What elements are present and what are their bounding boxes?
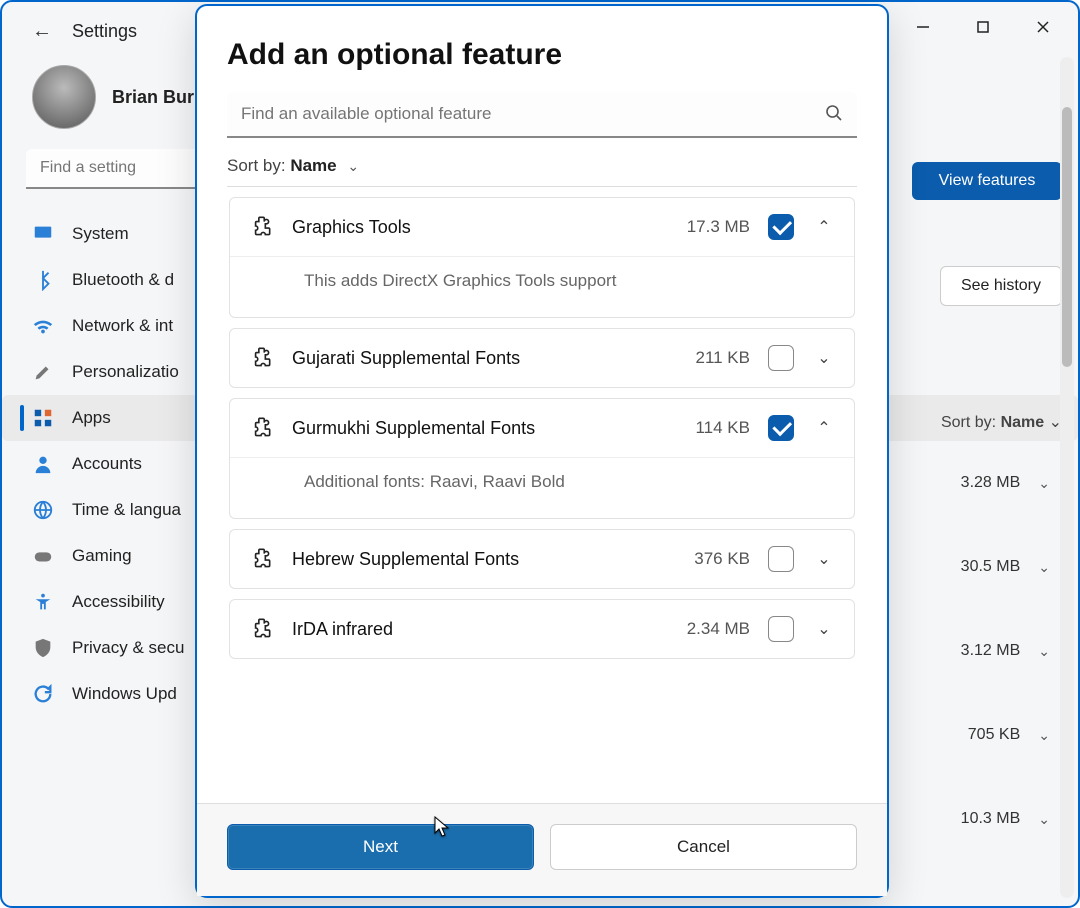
- sidebar-item-label: Gaming: [72, 546, 132, 566]
- feature-row[interactable]: Gujarati Supplemental Fonts 211 KB ⌄: [230, 329, 854, 387]
- puzzle-icon: [248, 415, 274, 441]
- back-icon[interactable]: ←: [32, 20, 52, 43]
- refresh-icon: [32, 683, 54, 705]
- add-feature-dialog: Add an optional feature Sort by: Name ⌄ …: [195, 4, 889, 898]
- sidebar-item-label: Windows Upd: [72, 684, 177, 704]
- person-icon: [32, 453, 54, 475]
- close-button[interactable]: [1018, 7, 1068, 47]
- feature-description: Additional fonts: Raavi, Raavi Bold: [230, 457, 854, 518]
- feature-item: IrDA infrared 2.34 MB ⌄: [229, 599, 855, 659]
- feature-item: Gurmukhi Supplemental Fonts 114 KB ⌃ Additi…: [229, 398, 855, 519]
- feature-checkbox[interactable]: [768, 616, 794, 642]
- feature-checkbox[interactable]: [768, 345, 794, 371]
- view-features-button[interactable]: View features: [912, 162, 1062, 200]
- wifi-icon: [32, 315, 54, 337]
- installed-feature-row[interactable]: 10.3 MB ⌄: [882, 796, 1062, 842]
- sidebar-item-label: Accounts: [72, 454, 142, 474]
- gamepad-icon: [32, 545, 54, 567]
- feature-checkbox[interactable]: [768, 546, 794, 572]
- sidebar-item-label: Bluetooth & d: [72, 270, 174, 290]
- size-label: 3.28 MB: [961, 474, 1021, 492]
- sidebar-item-label: Apps: [72, 408, 111, 428]
- feature-item: Gujarati Supplemental Fonts 211 KB ⌄: [229, 328, 855, 388]
- next-button[interactable]: Next: [227, 824, 534, 870]
- size-label: 3.12 MB: [961, 642, 1021, 660]
- feature-name: Gujarati Supplemental Fonts: [292, 348, 652, 369]
- feature-description: This adds DirectX Graphics Tools support: [230, 256, 854, 317]
- background-right-panel: View features See history Sort by: Name …: [862, 162, 1062, 842]
- dialog-footer: Next Cancel: [197, 803, 887, 896]
- sidebar-item-label: Accessibility: [72, 592, 165, 612]
- sidebar-item-label: Personalizatio: [72, 362, 179, 382]
- feature-list: Graphics Tools 17.3 MB ⌃ This adds DirectX …: [227, 186, 857, 669]
- sidebar-item-label: System: [72, 224, 129, 244]
- feature-size: 17.3 MB: [670, 217, 750, 237]
- app-title: Settings: [72, 21, 137, 42]
- feature-name: Gurmukhi Supplemental Fonts: [292, 418, 652, 439]
- feature-size: 114 KB: [670, 418, 750, 438]
- feature-size: 2.34 MB: [670, 619, 750, 639]
- feature-name: Hebrew Supplemental Fonts: [292, 549, 652, 570]
- see-history-button[interactable]: See history: [940, 266, 1062, 306]
- apps-icon: [32, 407, 54, 429]
- feature-item: Hebrew Supplemental Fonts 376 KB ⌄: [229, 529, 855, 589]
- dialog-title: Add an optional feature: [227, 38, 857, 72]
- feature-item: Graphics Tools 17.3 MB ⌃ This adds DirectX …: [229, 197, 855, 318]
- feature-row[interactable]: IrDA infrared 2.34 MB ⌄: [230, 600, 854, 658]
- installed-feature-row[interactable]: 705 KB ⌄: [882, 712, 1062, 758]
- maximize-button[interactable]: [958, 7, 1008, 47]
- feature-row[interactable]: Graphics Tools 17.3 MB ⌃: [230, 198, 854, 256]
- installed-feature-row[interactable]: 30.5 MB ⌄: [882, 544, 1062, 590]
- puzzle-icon: [248, 345, 274, 371]
- minimize-button[interactable]: [898, 7, 948, 47]
- cancel-button[interactable]: Cancel: [550, 824, 857, 870]
- puzzle-icon: [248, 546, 274, 572]
- search-icon: [825, 104, 843, 127]
- sidebar-item-label: Privacy & secu: [72, 638, 184, 658]
- chevron-down-icon[interactable]: ⌄: [812, 549, 836, 569]
- size-label: 10.3 MB: [961, 810, 1021, 828]
- sidebar-item-label: Network & int: [72, 316, 173, 336]
- chevron-up-icon[interactable]: ⌃: [812, 217, 836, 237]
- feature-search-input[interactable]: [227, 92, 857, 138]
- scrollbar[interactable]: [1060, 57, 1074, 898]
- feature-name: Graphics Tools: [292, 217, 652, 238]
- chevron-up-icon[interactable]: ⌃: [812, 418, 836, 438]
- installed-feature-row[interactable]: 3.12 MB ⌄: [882, 628, 1062, 674]
- globe-icon: [32, 499, 54, 521]
- sidebar-item-label: Time & langua: [72, 500, 181, 520]
- chevron-down-icon[interactable]: ⌄: [812, 619, 836, 639]
- size-label: 705 KB: [968, 726, 1020, 744]
- avatar: [32, 65, 96, 129]
- feature-size: 376 KB: [670, 549, 750, 569]
- feature-search[interactable]: [227, 92, 857, 138]
- puzzle-icon: [248, 214, 274, 240]
- user-name-label: Brian Bur: [112, 87, 194, 108]
- chevron-down-icon[interactable]: ⌄: [812, 348, 836, 368]
- feature-row[interactable]: Hebrew Supplemental Fonts 376 KB ⌄: [230, 530, 854, 588]
- feature-checkbox[interactable]: [768, 415, 794, 441]
- monitor-icon: [32, 223, 54, 245]
- puzzle-icon: [248, 616, 274, 642]
- chevron-down-icon: ⌄: [347, 158, 359, 174]
- shield-icon: [32, 637, 54, 659]
- brush-icon: [32, 361, 54, 383]
- feature-checkbox[interactable]: [768, 214, 794, 240]
- size-label: 30.5 MB: [961, 558, 1021, 576]
- titlebar: [888, 2, 1078, 52]
- bg-sort-label[interactable]: Sort by: Name ⌄: [941, 412, 1062, 432]
- feature-row[interactable]: Gurmukhi Supplemental Fonts 114 KB ⌃: [230, 399, 854, 457]
- chevron-down-icon: ⌄: [1038, 643, 1050, 660]
- feature-name: IrDA infrared: [292, 619, 652, 640]
- bluetooth-icon: [32, 269, 54, 291]
- feature-size: 211 KB: [670, 348, 750, 368]
- chevron-down-icon: ⌄: [1038, 559, 1050, 576]
- accessibility-icon: [32, 591, 54, 613]
- chevron-down-icon: ⌄: [1038, 811, 1050, 828]
- chevron-down-icon: ⌄: [1038, 727, 1050, 744]
- installed-feature-row[interactable]: 3.28 MB ⌄: [882, 460, 1062, 506]
- sort-by[interactable]: Sort by: Name ⌄: [227, 156, 857, 176]
- chevron-down-icon: ⌄: [1038, 475, 1050, 492]
